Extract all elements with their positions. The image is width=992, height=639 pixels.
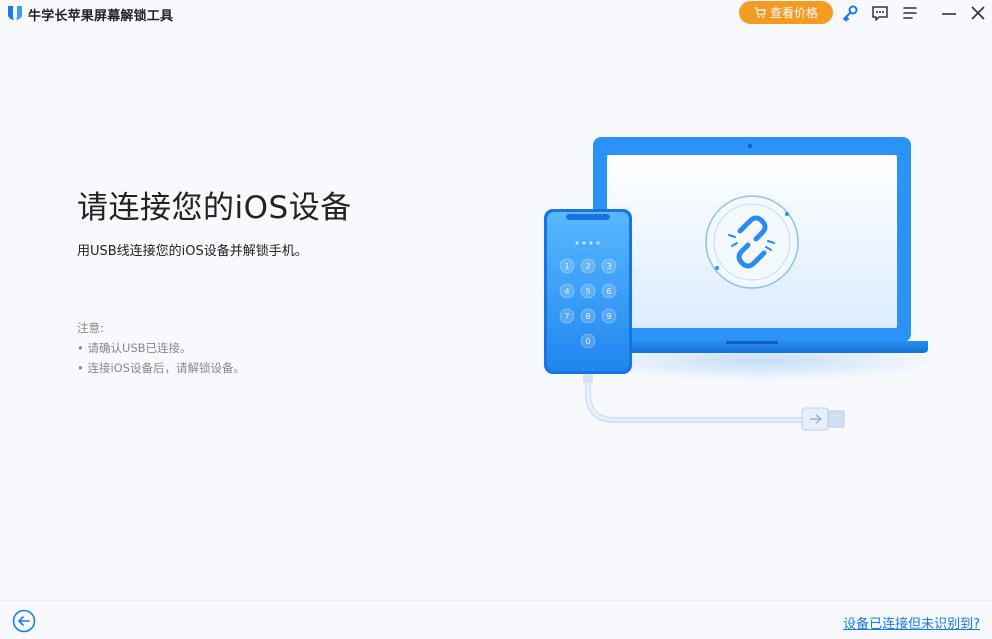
minimize-icon[interactable] xyxy=(940,4,958,22)
usb-plug xyxy=(801,407,845,431)
view-price-button[interactable]: 查看价格 xyxy=(739,1,833,24)
cart-icon xyxy=(754,6,766,18)
keypad-key-label: 8 xyxy=(585,312,590,321)
keypad-key-label: 2 xyxy=(585,262,590,271)
keypad-key-label: 6 xyxy=(606,287,611,296)
menu-icon[interactable] xyxy=(901,4,919,22)
notes-title: 注意: xyxy=(77,321,104,335)
iphone-graphic: 1 2 3 4 5 6 7 8 9 0 xyxy=(544,209,632,374)
keypad-key-label: 7 xyxy=(564,312,569,321)
keypad-key-label: 3 xyxy=(606,262,611,271)
keypad-key-label: 1 xyxy=(564,262,569,271)
keypad-key-label: 4 xyxy=(564,287,569,296)
back-button[interactable] xyxy=(12,609,36,633)
note-item: • 连接iOS设备后，请解锁设备。 xyxy=(77,361,245,375)
page-title: 请连接您的iOS设备 xyxy=(77,190,352,226)
arrow-left-icon xyxy=(12,609,36,633)
keypad-key-label: 9 xyxy=(606,312,611,321)
note-item: • 请确认USB已连接。 xyxy=(77,341,192,355)
footer-divider xyxy=(0,600,992,601)
device-not-recognized-link[interactable]: 设备已连接但未识别到? xyxy=(843,613,980,632)
title-bar: 牛学长苹果屏幕解锁工具 查看价格 xyxy=(0,0,992,28)
key-icon[interactable] xyxy=(841,4,859,22)
keypad-key-label: 0 xyxy=(585,337,590,346)
close-icon[interactable] xyxy=(969,4,987,22)
notes-block: 注意: • 请确认USB已连接。 • 连接iOS设备后，请解锁设备。 xyxy=(77,318,245,378)
laptop-graphic xyxy=(582,137,928,353)
connect-device-illustration: 1 2 3 4 5 6 7 8 9 0 xyxy=(530,125,940,445)
feedback-icon[interactable] xyxy=(871,4,889,22)
app-title: 牛学长苹果屏幕解锁工具 xyxy=(28,9,174,24)
usb-cable xyxy=(585,372,808,423)
view-price-label: 查看价格 xyxy=(769,6,818,20)
page-subtitle: 用USB线连接您的iOS设备并解锁手机。 xyxy=(77,244,308,259)
keypad-key-label: 5 xyxy=(585,287,590,296)
app-logo-icon xyxy=(6,4,24,22)
